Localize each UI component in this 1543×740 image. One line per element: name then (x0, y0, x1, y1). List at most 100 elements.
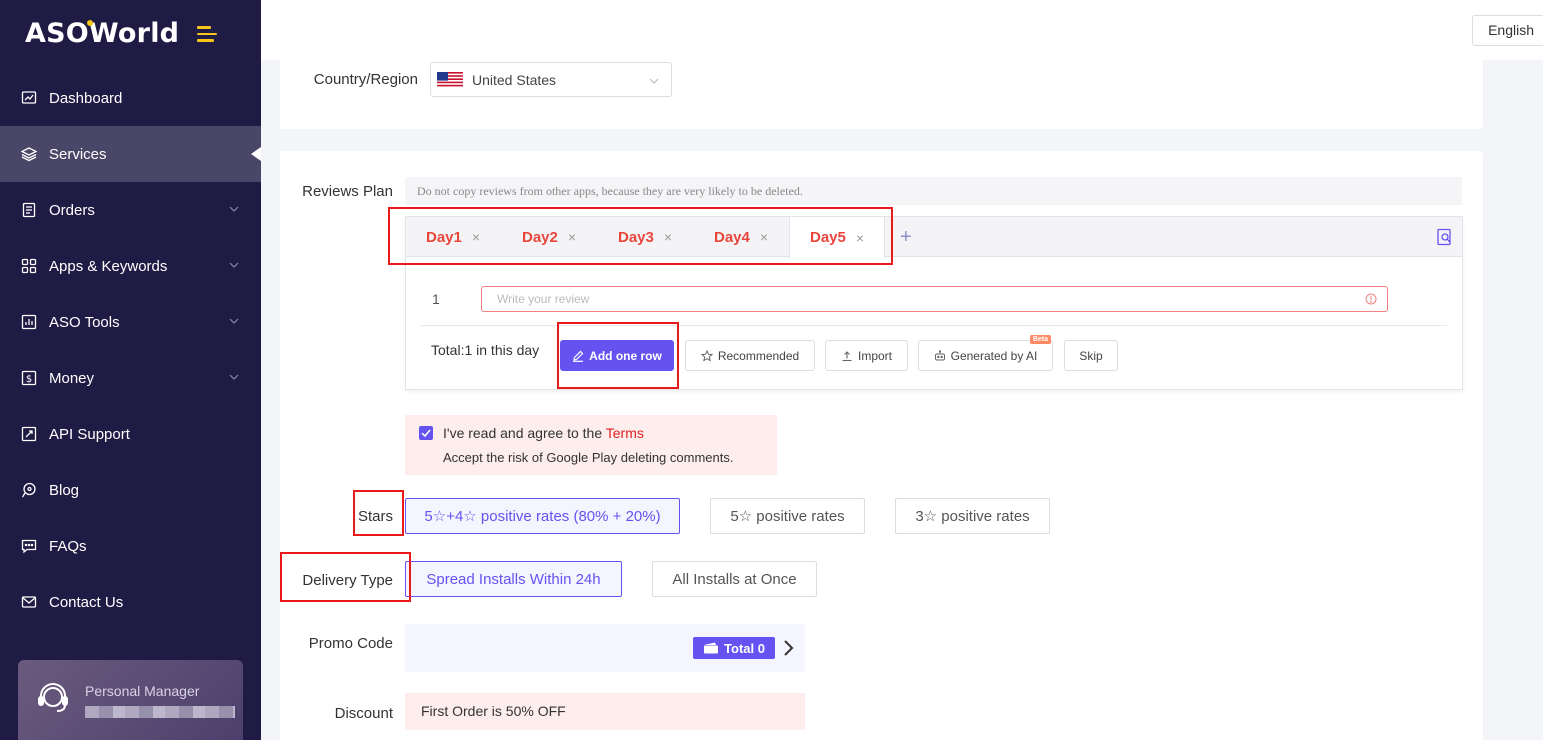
personal-manager-card[interactable]: Personal Manager (18, 660, 243, 740)
promo-code-box[interactable]: Total 0 (405, 624, 805, 672)
tab-day4[interactable]: Day4 × (714, 217, 768, 257)
day-tabs: Day1 × Day2 × Day3 × Day4 × Day5 × + (406, 217, 1462, 258)
blog-icon (21, 482, 37, 498)
chevron-down-icon (649, 78, 659, 84)
close-icon[interactable]: × (760, 229, 768, 245)
reviews-editor: Day1 × Day2 × Day3 × Day4 × Day5 × + 1 Write … (405, 216, 1463, 390)
review-row-number: 1 (432, 291, 440, 307)
sidebar-item-label: Dashboard (49, 89, 123, 107)
discount-label: Discount (334, 705, 393, 722)
sidebar-item-orders[interactable]: Orders (0, 182, 261, 238)
country-label: Country/Region (313, 71, 418, 88)
sidebar-item-label: Orders (49, 201, 95, 219)
skip-button[interactable]: Skip (1064, 340, 1118, 371)
robot-icon (934, 349, 945, 360)
agree-checkbox[interactable] (419, 426, 433, 440)
api-icon (21, 426, 37, 442)
promo-code-label: Promo Code (308, 635, 393, 652)
orders-icon (21, 202, 37, 218)
add-one-row-button[interactable]: Add one row (560, 340, 674, 371)
personal-manager-label: Personal Manager (85, 683, 200, 699)
headset-icon (38, 683, 68, 712)
sidebar-item-money[interactable]: $ Money (0, 350, 261, 406)
sidebar-item-services[interactable]: Services (0, 126, 261, 182)
import-button[interactable]: Import (825, 340, 908, 371)
delivery-option-spread[interactable]: Spread Installs Within 24h (405, 561, 622, 597)
sidebar-item-blog[interactable]: Blog (0, 462, 261, 518)
top-bar: English (261, 0, 1543, 60)
stars-label: Stars (357, 508, 393, 525)
total-count-text: Total:1 in this day (431, 342, 540, 358)
agreement-box: I've read and agree to the Terms Accept … (405, 415, 777, 475)
generated-by-ai-button[interactable]: Generated by AI Beta (918, 335, 1053, 371)
tab-day2[interactable]: Day2 × (522, 217, 576, 257)
layers-icon (21, 146, 37, 162)
sidebar-item-apps-keywords[interactable]: Apps & Keywords (0, 238, 261, 294)
discount-value: First Order is 50% OFF (405, 693, 805, 730)
us-flag-icon (437, 72, 463, 88)
review-input[interactable]: Write your review (481, 286, 1388, 312)
terms-link[interactable]: Terms (606, 425, 644, 441)
close-icon[interactable]: × (664, 229, 672, 245)
sidebar-nav: Dashboard Services Orders Apps & Keyword… (0, 70, 261, 630)
brand-logo[interactable]: ASOWorld (25, 18, 179, 49)
delivery-option-all-at-once[interactable]: All Installs at Once (652, 561, 817, 597)
promo-total-badge[interactable]: Total 0 (693, 637, 775, 659)
warning-icon (1365, 293, 1377, 305)
grid-icon (21, 258, 37, 274)
chart-icon (21, 314, 37, 330)
add-tab-icon[interactable]: + (900, 226, 912, 249)
sidebar-item-label: FAQs (49, 537, 87, 555)
stars-option-5[interactable]: 5☆ positive rates (710, 498, 865, 534)
tab-day1[interactable]: Day1 × (426, 217, 480, 257)
agreement-risk-text: Accept the risk of Google Play deleting … (443, 450, 734, 465)
pencil-icon (573, 350, 584, 362)
mail-icon (21, 594, 37, 610)
document-search-icon[interactable] (1436, 228, 1454, 246)
tab-day5[interactable]: Day5 × (789, 217, 886, 258)
star-icon (700, 349, 713, 362)
upload-icon (842, 350, 852, 361)
country-select[interactable]: United States (430, 62, 672, 97)
sidebar-item-label: Contact Us (49, 593, 124, 611)
sidebar-item-label: Services (49, 145, 107, 163)
chevron-down-icon (229, 206, 239, 212)
sidebar: ASOWorld Dashboard Services Orders Apps … (0, 0, 261, 740)
chevron-right-icon[interactable] (782, 639, 794, 657)
chevron-down-icon (229, 318, 239, 324)
sidebar-item-aso-tools[interactable]: ASO Tools (0, 294, 261, 350)
sidebar-item-label: Apps & Keywords (49, 257, 168, 275)
sidebar-item-label: ASO Tools (49, 313, 120, 331)
tab-day3[interactable]: Day3 × (618, 217, 672, 257)
language-selector[interactable]: English (1472, 15, 1543, 46)
beta-badge: Beta (1029, 335, 1051, 344)
stars-option-3[interactable]: 3☆ positive rates (895, 498, 1050, 534)
check-icon (421, 429, 431, 438)
svg-text:$: $ (26, 374, 32, 385)
sidebar-item-label: API Support (49, 425, 130, 443)
chevron-down-icon (229, 262, 239, 268)
delivery-type-label: Delivery Type (302, 572, 393, 589)
divider (421, 325, 1447, 326)
sidebar-item-contact-us[interactable]: Contact Us (0, 574, 261, 630)
sidebar-item-dashboard[interactable]: Dashboard (0, 70, 261, 126)
dashboard-icon (21, 90, 37, 106)
close-icon[interactable]: × (472, 229, 480, 245)
sidebar-item-faqs[interactable]: FAQs (0, 518, 261, 574)
chevron-down-icon (229, 374, 239, 380)
sidebar-item-label: Blog (49, 481, 80, 499)
close-icon[interactable]: × (856, 230, 864, 246)
money-icon: $ (21, 370, 37, 386)
manager-contact-redacted (85, 706, 235, 718)
recommended-button[interactable]: Recommended (685, 340, 815, 371)
country-value: United States (472, 72, 557, 88)
reviews-notice: Do not copy reviews from other apps, bec… (405, 177, 1462, 205)
sidebar-item-api-support[interactable]: API Support (0, 406, 261, 462)
reviews-plan-label: Reviews Plan (302, 183, 393, 200)
faq-icon (21, 538, 37, 554)
coupon-icon (704, 642, 719, 654)
stars-option-5-4[interactable]: 5☆+4☆ positive rates (80% + 20%) (405, 498, 680, 534)
menu-toggle-icon[interactable] (197, 26, 219, 44)
close-icon[interactable]: × (568, 229, 576, 245)
sidebar-item-label: Money (49, 369, 95, 387)
